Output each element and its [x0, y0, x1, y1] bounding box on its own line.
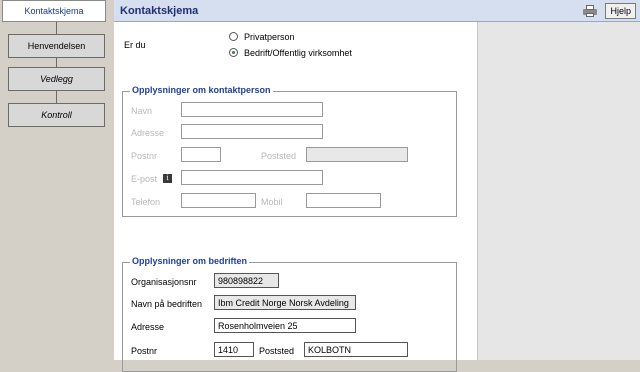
header-bar: Kontaktskjema Hjelp: [114, 0, 640, 22]
bedrift-adresse-input[interactable]: Rosenholmveien 25: [214, 318, 356, 333]
form-content: Er du Privatperson Bedrift/Offentlig vir…: [114, 22, 477, 372]
adresse-label: Adresse: [131, 128, 165, 138]
telefon-label: Telefon: [131, 197, 161, 207]
radio-bedrift-label: Bedrift/Offentlig virksomhet: [244, 48, 352, 58]
kontaktperson-legend: Opplysninger om kontaktperson: [130, 85, 273, 95]
info-icon[interactable]: i: [163, 174, 172, 183]
step-connector: [56, 22, 57, 34]
radio-privatperson-label: Privatperson: [244, 32, 295, 42]
bedrift-postnr-input[interactable]: 1410: [214, 342, 254, 357]
help-button[interactable]: Hjelp: [605, 2, 636, 19]
orgnr-input: 980898822: [214, 273, 279, 288]
poststed-label: Poststed: [261, 151, 297, 161]
step-connector: [56, 58, 57, 67]
wizard-sidebar: Kontaktskjema Henvendelsen Vedlegg Kontr…: [0, 0, 108, 360]
adresse-input[interactable]: [181, 124, 323, 139]
radio-privatperson[interactable]: [229, 32, 238, 41]
bedrift-postnr-label: Postnr: [131, 346, 158, 356]
bedrift-legend: Opplysninger om bedriften: [130, 256, 250, 266]
step-kontaktskjema[interactable]: Kontaktskjema: [2, 0, 106, 22]
bedrift-poststed-label: Poststed: [259, 346, 295, 356]
navn-label: Navn: [131, 106, 153, 116]
epost-label: E-post: [131, 174, 158, 184]
step-vedlegg[interactable]: Vedlegg: [8, 67, 105, 91]
step-connector: [56, 91, 57, 103]
step-kontroll[interactable]: Kontroll: [8, 103, 105, 127]
bedrift-adresse-label: Adresse: [131, 322, 165, 332]
postnr-input[interactable]: [181, 147, 221, 162]
step-henvendelsen[interactable]: Henvendelsen: [8, 34, 105, 58]
poststed-input: [306, 147, 408, 162]
right-pane: [477, 22, 640, 360]
page-title: Kontaktskjema: [120, 4, 199, 17]
bedrift-poststed-input[interactable]: KOLBOTN: [304, 342, 408, 357]
bedriftsnavn-label: Navn på bedriften: [131, 299, 203, 309]
orgnr-label: Organisasjonsnr: [131, 277, 197, 287]
mobil-input[interactable]: [306, 193, 381, 208]
er-du-label: Er du: [124, 40, 146, 50]
mobil-label: Mobil: [261, 197, 283, 207]
navn-input[interactable]: [181, 102, 323, 117]
telefon-input[interactable]: [181, 193, 256, 208]
printer-icon[interactable]: [583, 4, 598, 17]
radio-bedrift[interactable]: [229, 48, 238, 57]
epost-input[interactable]: [181, 170, 323, 185]
bedriftsnavn-input: Ibm Credit Norge Norsk Avdeling: [214, 295, 356, 310]
postnr-label: Postnr: [131, 151, 158, 161]
